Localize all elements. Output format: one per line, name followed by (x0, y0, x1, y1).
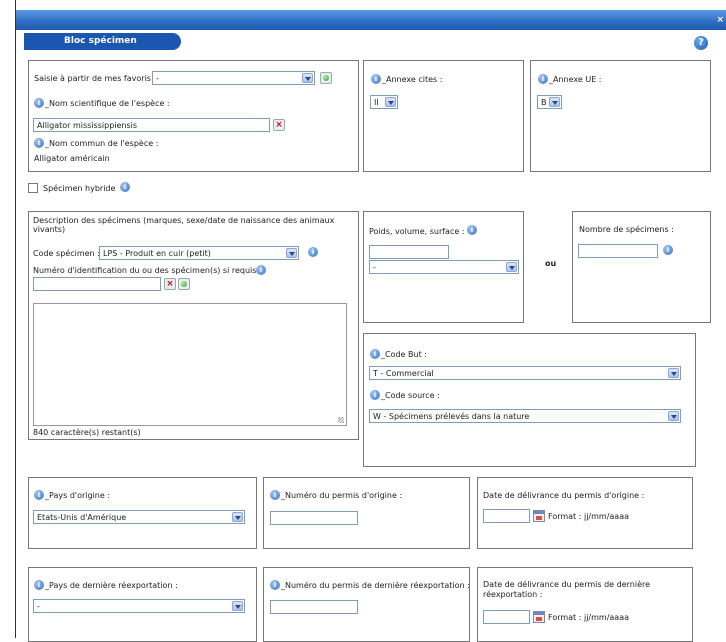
chevron-down-icon (668, 411, 679, 421)
common-name-value: Alligator américain (34, 154, 110, 163)
chevron-down-icon (668, 368, 679, 378)
specimen-count-label: Nombre de spécimens : (579, 225, 674, 234)
species-box: Saisie à partir de mes favoris : - i _No… (28, 60, 359, 172)
calendar-icon[interactable] (533, 611, 545, 623)
identification-label: Numéro d'identification du ou des spécim… (33, 266, 262, 275)
info-icon: i (270, 490, 280, 500)
origin-permit-label: _Numéro du permis d'origine : (281, 491, 403, 500)
origin-country-box: i _Pays d'origine : Etats-Unis d'Amériqu… (28, 477, 257, 549)
favorites-label: Saisie à partir de mes favoris : (34, 74, 157, 83)
hybrid-label: Spécimen hybride (43, 184, 116, 193)
info-icon: i (538, 74, 548, 84)
origin-permit-box: i _Numéro du permis d'origine : (263, 477, 470, 549)
reexport-date-label-continued: réexportation : (483, 590, 543, 599)
purpose-source-box: i _Code But : T - Commercial i _Code sou… (363, 333, 696, 467)
code-specimen-label: Code spécimen : (33, 249, 100, 258)
annexe-cites-label: _Annexe cites : (382, 75, 443, 84)
reexport-date-input[interactable] (483, 610, 530, 624)
reexport-permit-box: i _Numéro du permis de dernière réexport… (263, 567, 470, 642)
chevron-down-icon (286, 248, 297, 258)
chevron-down-icon (385, 97, 396, 107)
weight-unit-select[interactable]: - (369, 260, 519, 274)
chevron-down-icon (232, 601, 243, 611)
clear-identification-button[interactable]: × (164, 278, 176, 290)
origin-date-box: Date de délivrance du permis d'origine :… (477, 477, 693, 549)
scientific-name-input[interactable]: Alligator mississippiensis (33, 118, 270, 132)
common-name-label: _Nom commun de l'espèce : (45, 139, 159, 148)
weight-input[interactable] (369, 245, 449, 259)
info-icon: i (34, 580, 44, 590)
annexe-ue-label: _Annexe UE : (549, 75, 602, 84)
origin-permit-input[interactable] (270, 511, 358, 525)
info-icon: i (371, 74, 381, 84)
origin-country-select[interactable]: Etats-Unis d'Amérique (33, 510, 245, 524)
reexport-country-select[interactable]: - (33, 599, 245, 613)
info-icon: i (34, 490, 44, 500)
origin-date-format: Format : jj/mm/aaaa (548, 512, 630, 521)
info-icon: i (34, 98, 44, 108)
weight-label: Poids, volume, surface : (369, 227, 465, 236)
chevron-down-icon (302, 73, 313, 83)
info-icon: i (370, 390, 380, 400)
chevron-down-icon (232, 512, 243, 522)
info-icon: i (34, 138, 44, 148)
source-label: _Code source : (381, 391, 440, 400)
specimen-count-box: Nombre de spécimens : i (572, 211, 711, 323)
purpose-label: _Code But : (381, 350, 427, 359)
info-icon: i (663, 245, 673, 255)
chevron-down-icon (549, 97, 560, 107)
origin-date-label: Date de délivrance du permis d'origine : (483, 491, 645, 500)
info-icon: i (270, 580, 280, 590)
scientific-name-label: _Nom scientifique de l'espèce : (45, 99, 170, 108)
origin-date-input[interactable] (483, 509, 530, 523)
reexport-date-box: Date de délivrance du permis de dernière… (477, 567, 693, 642)
annexe-ue-box: i _Annexe UE : B (530, 60, 711, 172)
info-icon: i (120, 182, 130, 192)
purpose-select[interactable]: T - Commercial (369, 366, 681, 380)
hybrid-checkbox[interactable] (28, 183, 38, 193)
chevron-down-icon (506, 262, 517, 272)
info-icon: i (467, 225, 477, 235)
clear-scientific-name-button[interactable]: × (273, 119, 285, 131)
resize-grip-icon[interactable] (338, 417, 344, 423)
calendar-icon[interactable] (533, 510, 545, 522)
annexe-cites-select[interactable]: II (370, 95, 398, 109)
remaining-characters: 840 caractère(s) restant(s) (33, 428, 141, 437)
description-label: Description des spécimens (marques, sexe… (33, 216, 335, 225)
reexport-date-label: Date de délivrance du permis de dernière (483, 580, 651, 589)
add-favorite-icon[interactable] (320, 72, 332, 84)
reexport-permit-label: _Numéro du permis de dernière réexportat… (281, 581, 470, 590)
annexe-ue-select[interactable]: B (537, 95, 562, 109)
window-left-border (15, 0, 16, 638)
favorites-select[interactable]: - (152, 71, 315, 85)
info-icon: i (370, 349, 380, 359)
close-icon[interactable]: × (716, 15, 724, 25)
reexport-country-label: _Pays de dernière réexportation : (45, 581, 178, 590)
section-title: Bloc spécimen (24, 33, 181, 50)
dialog-title-bar: × (16, 10, 726, 30)
specimen-count-input[interactable] (578, 244, 658, 258)
description-textarea[interactable] (33, 303, 347, 426)
reexport-country-box: i _Pays de dernière réexportation : - (28, 567, 257, 642)
description-label-continued: vivants) (33, 225, 66, 234)
reexport-permit-input[interactable] (270, 600, 358, 614)
reexport-date-format: Format : jj/mm/aaaa (548, 613, 630, 622)
origin-country-label: _Pays d'origine : (45, 491, 111, 500)
description-box: Description des spécimens (marques, sexe… (28, 211, 359, 440)
source-select[interactable]: W - Spécimens prélevés dans la nature (369, 409, 681, 423)
code-specimen-select[interactable]: LPS - Produit en cuir (petit) (99, 246, 299, 260)
identification-input[interactable] (33, 277, 161, 291)
info-icon: i (256, 265, 266, 275)
help-icon[interactable]: ? (694, 36, 708, 50)
annexe-cites-box: i _Annexe cites : II (363, 60, 524, 172)
or-label: ou (545, 259, 557, 268)
add-identification-icon[interactable] (178, 278, 190, 290)
weight-box: Poids, volume, surface : i - (363, 211, 524, 323)
info-icon: i (308, 247, 318, 257)
